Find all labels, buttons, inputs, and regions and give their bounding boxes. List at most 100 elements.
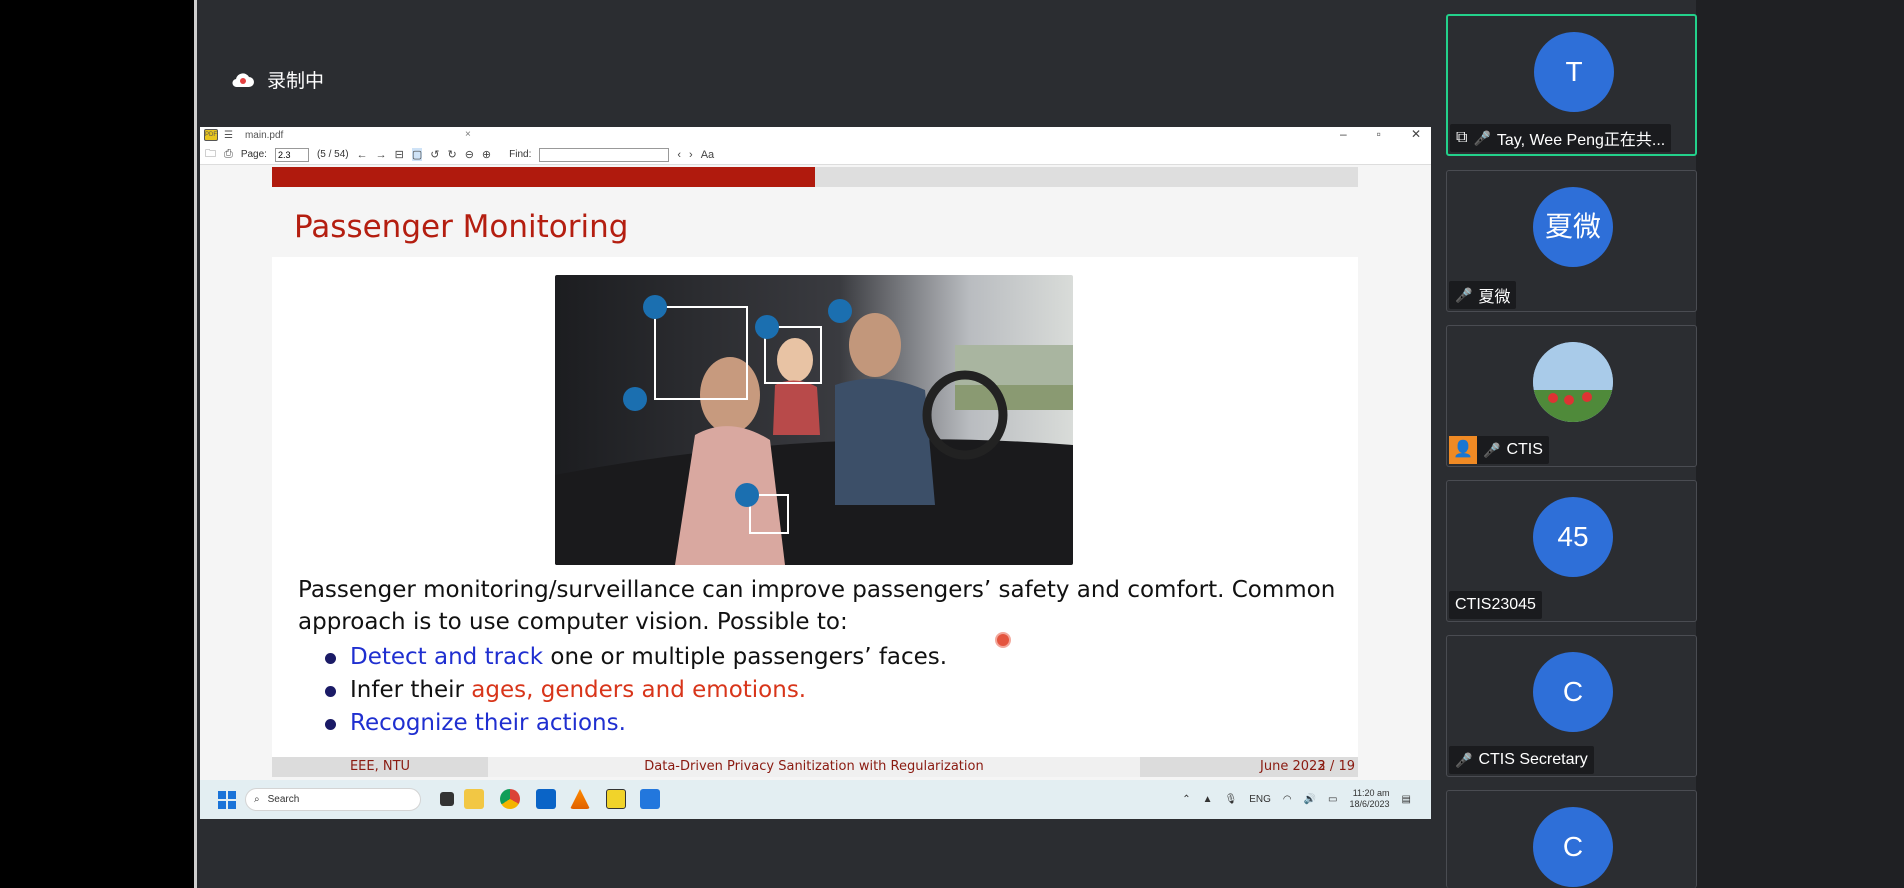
open-folder-icon[interactable]: 🗀 bbox=[205, 145, 216, 164]
clock[interactable]: 11:20 am 18/6/2023 bbox=[1350, 788, 1390, 810]
file-explorer-icon[interactable] bbox=[464, 789, 484, 809]
mic-tray-icon[interactable]: 🎙 bbox=[1224, 794, 1237, 805]
user-icon: 👤 bbox=[1449, 436, 1477, 464]
page-label: Page: bbox=[240, 149, 267, 160]
slide-title: Passenger Monitoring bbox=[294, 209, 629, 245]
sumatra-app-icon: PDF bbox=[204, 129, 218, 141]
mic-muted-icon: 🎤 bbox=[1483, 441, 1501, 458]
recording-indicator[interactable]: 录制中 bbox=[231, 66, 324, 93]
menu-icon[interactable]: ☰ bbox=[224, 130, 233, 141]
find-label: Find: bbox=[509, 149, 532, 160]
footer-page: 2 / 19 bbox=[1317, 759, 1355, 774]
maximize-icon[interactable]: ▫ bbox=[1377, 127, 1381, 141]
bullet-list: Detect and track one or multiple passeng… bbox=[325, 641, 947, 740]
cloud-record-icon bbox=[232, 72, 254, 87]
search-icon: ⌕ bbox=[254, 794, 260, 805]
windows-taskbar: ⌕ Search ⌃ ▲ 🎙 ENG ◠ 🔊 ▭ 11:20 am 18/6/2… bbox=[200, 780, 1431, 819]
minimize-icon[interactable]: – bbox=[1340, 127, 1347, 141]
footer-institution: EEE, NTU bbox=[272, 757, 488, 777]
search-placeholder: Search bbox=[267, 794, 300, 805]
participant-tile[interactable]: T ⧉ 🎤 Tay, Wee Peng正在共... bbox=[1446, 14, 1697, 156]
vlc-icon[interactable] bbox=[570, 789, 590, 809]
drive-icon[interactable]: ▲ bbox=[1203, 794, 1213, 805]
recording-label: 录制中 bbox=[267, 71, 325, 92]
slide-paragraph: Passenger monitoring/surveillance can im… bbox=[298, 577, 1336, 635]
bullet-highlight: Recognize their actions. bbox=[350, 710, 626, 736]
participant-nameplate: ⧉ 🎤 Tay, Wee Peng正在共... bbox=[1450, 124, 1672, 152]
chrome-icon[interactable] bbox=[500, 789, 520, 809]
language-indicator[interactable]: ENG bbox=[1249, 794, 1271, 805]
footer-date: June 2023 bbox=[1260, 759, 1326, 774]
slide-progress-fill bbox=[272, 167, 815, 187]
find-prev-icon[interactable]: ‹ bbox=[677, 149, 681, 161]
volume-icon[interactable]: 🔊 bbox=[1304, 794, 1316, 805]
match-case-icon[interactable]: Aa bbox=[701, 149, 714, 161]
shared-pdf-window: PDF ☰ main.pdf × – ▫ ✕ 🗀 ⎙ Page: (5 / 54… bbox=[200, 127, 1431, 819]
participant-name: Tay, Wee Peng正在共... bbox=[1496, 132, 1666, 149]
task-view-icon[interactable] bbox=[440, 792, 454, 806]
photos-icon[interactable] bbox=[640, 789, 660, 809]
zoom-in-icon[interactable]: ⊕ bbox=[482, 148, 491, 161]
clock-time: 11:20 am bbox=[1352, 788, 1390, 798]
notification-icon[interactable]: ▤ bbox=[1402, 794, 1411, 805]
passenger-monitoring-photo bbox=[555, 275, 1073, 565]
bullet-highlight: ages, genders and emotions. bbox=[471, 677, 807, 703]
slide-progress-bar bbox=[272, 167, 1358, 187]
participant-tile[interactable]: 45 CTIS23045 bbox=[1446, 480, 1697, 622]
outlook-icon[interactable] bbox=[536, 789, 556, 809]
participant-nameplate: 🎤 夏微 bbox=[1449, 281, 1517, 309]
single-page-icon[interactable]: ▢ bbox=[411, 148, 423, 161]
participant-tile[interactable]: C 🎤 CTIS Secretary bbox=[1446, 635, 1697, 777]
tab-title[interactable]: main.pdf bbox=[245, 130, 283, 141]
mic-muted-icon: 🎤 bbox=[1455, 286, 1473, 303]
participant-name: CTIS23045 bbox=[1455, 596, 1536, 613]
page-count: (5 / 54) bbox=[316, 149, 349, 160]
bullet-item: Infer their ages, genders and emotions. bbox=[325, 674, 947, 707]
participant-nameplate: 🎤 CTIS Secretary bbox=[1449, 746, 1594, 774]
bullet-text: one or multiple passengers’ faces. bbox=[543, 644, 948, 670]
avatar: T bbox=[1534, 32, 1614, 112]
next-page-icon[interactable]: → bbox=[376, 149, 387, 161]
rotate-right-icon[interactable]: ↻ bbox=[447, 148, 456, 161]
participant-tile[interactable]: 👤 🎤 CTIS bbox=[1446, 325, 1697, 467]
tray-overflow-icon[interactable]: ⌃ bbox=[1182, 794, 1190, 805]
slide-footer: EEE, NTU Data-Driven Privacy Sanitizatio… bbox=[272, 757, 1358, 777]
bullet-item: Recognize their actions. bbox=[325, 707, 947, 740]
avatar: 夏微 bbox=[1533, 187, 1613, 267]
avatar: 45 bbox=[1533, 497, 1613, 577]
participant-name: CTIS bbox=[1506, 441, 1543, 458]
slide-body: Passenger monitoring/surveillance can im… bbox=[272, 257, 1358, 757]
tab-close-icon[interactable]: × bbox=[465, 129, 471, 140]
mic-muted-icon: 🎤 bbox=[1455, 751, 1473, 768]
avatar: C bbox=[1533, 807, 1613, 887]
pointer-highlight bbox=[995, 632, 1011, 648]
participant-nameplate: 👤 🎤 CTIS bbox=[1449, 436, 1549, 464]
bullet-highlight: Detect and track bbox=[350, 644, 544, 670]
participant-tile[interactable]: C bbox=[1446, 790, 1697, 888]
wifi-icon[interactable]: ◠ bbox=[1283, 794, 1292, 805]
prev-page-icon[interactable]: ← bbox=[357, 149, 368, 161]
page-input[interactable] bbox=[274, 147, 309, 162]
rotate-left-icon[interactable]: ↺ bbox=[430, 148, 439, 161]
print-icon[interactable]: ⎙ bbox=[224, 148, 233, 161]
battery-icon[interactable]: ▭ bbox=[1328, 794, 1337, 805]
pdf-titlebar: PDF ☰ main.pdf × – ▫ ✕ bbox=[200, 127, 1431, 145]
taskbar-search[interactable]: ⌕ Search bbox=[245, 788, 421, 811]
windows-start-icon[interactable] bbox=[218, 791, 236, 809]
bullet-text: Infer their bbox=[350, 677, 472, 703]
zoom-out-icon[interactable]: ⊖ bbox=[465, 148, 474, 161]
find-next-icon[interactable]: › bbox=[689, 149, 693, 161]
close-icon[interactable]: ✕ bbox=[1411, 127, 1421, 141]
clock-date: 18/6/2023 bbox=[1349, 799, 1390, 809]
participant-name: CTIS Secretary bbox=[1478, 751, 1588, 768]
participant-tile[interactable]: 夏微 🎤 夏微 bbox=[1446, 170, 1697, 312]
footer-talk-title: Data-Driven Privacy Sanitization with Re… bbox=[488, 757, 1140, 777]
view-mode-icon[interactable]: ⊟ bbox=[395, 148, 404, 161]
sumatra-pdf-icon[interactable] bbox=[606, 789, 626, 809]
pdf-toolbar: 🗀 ⎙ Page: (5 / 54) ← → ⊟ ▢ ↺ ↻ ⊖ ⊕ Find:… bbox=[200, 145, 1431, 165]
participant-name: 夏微 bbox=[1478, 289, 1511, 306]
system-tray: ⌃ ▲ 🎙 ENG ◠ 🔊 ▭ 11:20 am 18/6/2023 ▤ bbox=[1182, 788, 1411, 810]
avatar: C bbox=[1533, 652, 1613, 732]
find-input[interactable] bbox=[539, 147, 670, 162]
screen-share-icon: ⧉ bbox=[1456, 129, 1468, 146]
